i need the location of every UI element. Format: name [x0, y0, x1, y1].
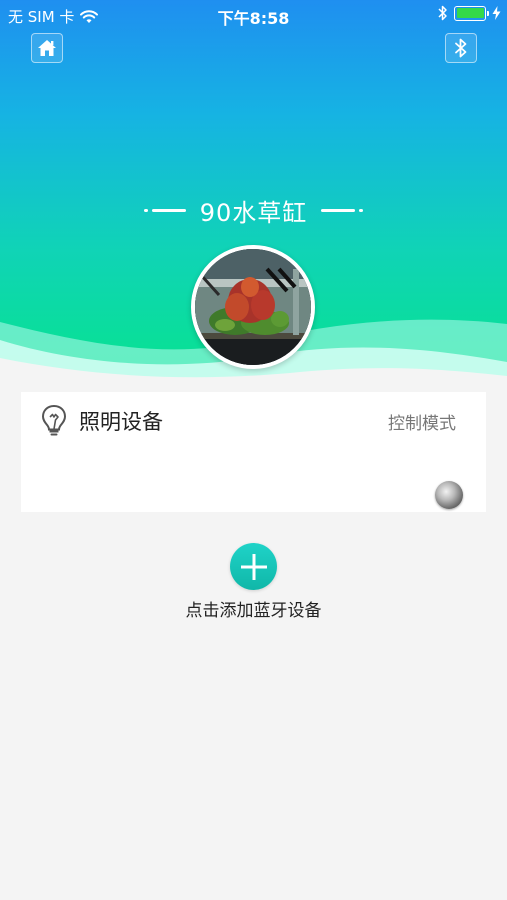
device-power-toggle[interactable] — [435, 481, 463, 509]
add-device-button[interactable] — [230, 543, 277, 590]
tank-title: 90水草缸 — [199, 199, 308, 227]
home-icon — [38, 40, 56, 56]
device-name: 照明设备 — [79, 410, 163, 434]
status-bar: 无 SIM 卡 下午8:58 — [0, 0, 507, 30]
aquarium-image — [195, 249, 311, 365]
bluetooth-icon — [455, 38, 467, 58]
tank-photo[interactable] — [191, 245, 315, 369]
battery-fill — [456, 8, 484, 18]
tank-title-row: 90水草缸 — [0, 193, 507, 228]
status-time: 下午8:58 — [217, 9, 290, 28]
title-decoration-right — [321, 209, 364, 212]
device-card-lighting[interactable]: 照明设备 控制模式 — [21, 392, 486, 512]
plus-icon — [240, 553, 267, 580]
lightbulb-icon — [41, 404, 67, 436]
home-button[interactable] — [31, 33, 63, 63]
control-mode-link[interactable]: 控制模式 — [388, 409, 456, 434]
add-device-label[interactable]: 点击添加蓝牙设备 — [0, 596, 507, 621]
charging-icon — [492, 6, 501, 20]
battery-icon — [454, 5, 489, 21]
title-decoration-left — [143, 209, 186, 212]
bluetooth-status-icon — [438, 5, 447, 21]
bluetooth-button[interactable] — [445, 33, 477, 63]
status-right — [438, 5, 501, 21]
